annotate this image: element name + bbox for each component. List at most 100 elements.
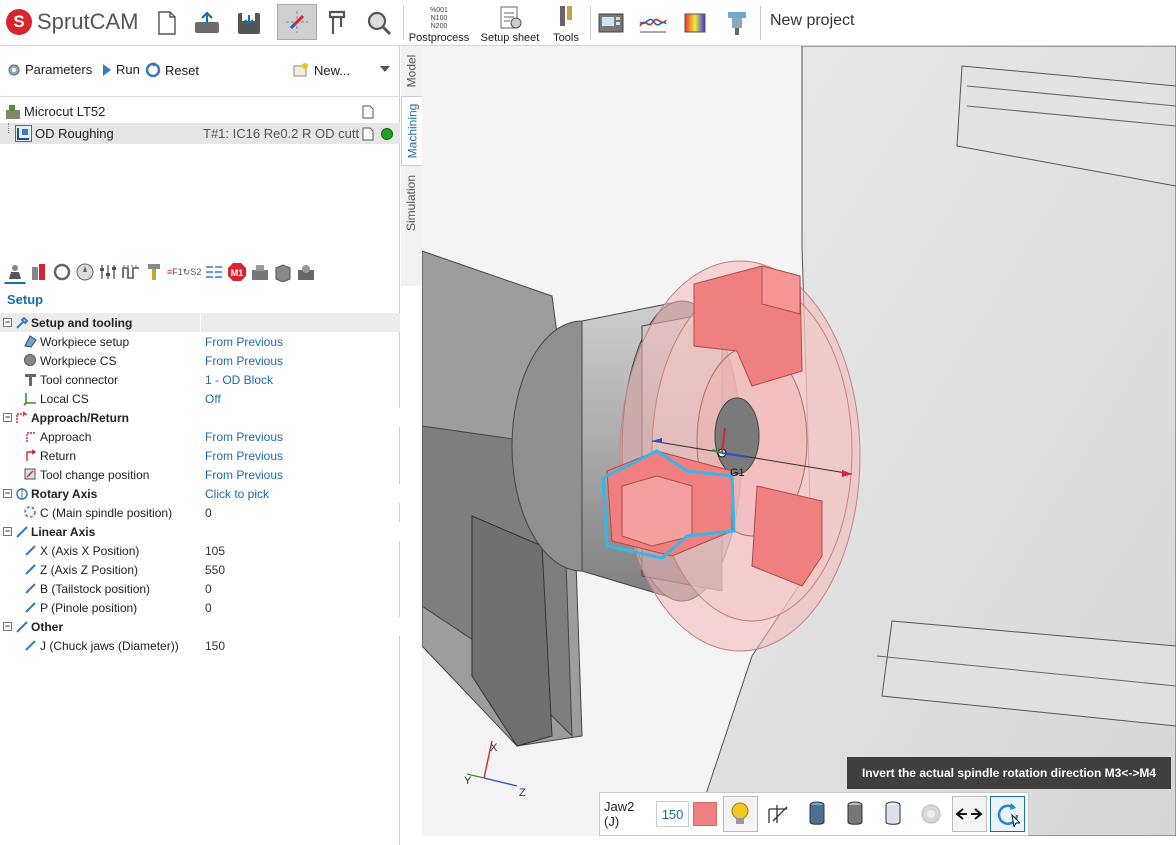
limits-page-tab[interactable] <box>98 262 118 282</box>
setup-page-tab[interactable] <box>4 260 26 284</box>
cnc-control-button[interactable] <box>594 6 628 40</box>
run-button[interactable]: Run <box>102 62 140 77</box>
prop-value[interactable]: From Previous <box>205 430 283 444</box>
collapse-icon[interactable]: − <box>3 622 12 631</box>
prop-value[interactable]: 1 - OD Block <box>205 373 273 387</box>
prop-approach[interactable]: Approach From Previous <box>0 427 400 446</box>
3d-viewport[interactable]: G1 X Y Z <box>422 46 1176 836</box>
group-approach-return[interactable]: − Approach/Return <box>0 408 400 427</box>
prop-value[interactable]: 105 <box>205 544 225 558</box>
prop-value[interactable]: Off <box>205 392 221 406</box>
prop-workpiece-setup[interactable]: Workpiece setup From Previous <box>0 332 400 351</box>
group-linear-axis[interactable]: − Linear Axis <box>0 522 400 541</box>
tool-change-icon <box>24 468 36 480</box>
prop-tool-change-position[interactable]: Tool change position From Previous <box>0 465 400 484</box>
tree-item-operation[interactable]: OD Roughing T#1: IC16 Re0.2 R OD cutt <box>0 123 400 144</box>
tab-model[interactable]: Model <box>401 48 422 94</box>
links-page-tab[interactable] <box>121 262 141 282</box>
jaw-shaded-button[interactable] <box>837 796 872 832</box>
inspect-button[interactable] <box>362 6 396 40</box>
prop-c-main-spindle[interactable]: C (Main spindle position) 0 <box>0 503 400 522</box>
invert-spindle-rotation-button[interactable] <box>989 796 1025 832</box>
feeds-page-tab[interactable]: ≡F1 ↻S2 <box>167 267 201 277</box>
collapse-icon[interactable]: − <box>3 318 12 327</box>
run-label: Run <box>116 62 140 77</box>
document-icon[interactable] <box>362 127 374 141</box>
prop-return[interactable]: Return From Previous <box>0 446 400 465</box>
prop-value[interactable]: Click to pick <box>205 487 269 501</box>
snap-toggle-button[interactable] <box>277 4 317 40</box>
jaw-transparent-button[interactable] <box>875 796 910 832</box>
tool-page-tab[interactable] <box>144 262 164 282</box>
jaw-diameter-field[interactable]: 150 <box>655 801 690 827</box>
prop-value[interactable]: From Previous <box>205 335 283 349</box>
prop-workpiece-cs[interactable]: Workpiece CS From Previous <box>0 351 400 370</box>
machine-page-tab[interactable] <box>296 262 316 282</box>
collapse-icon[interactable]: − <box>3 489 12 498</box>
prop-local-cs[interactable]: Local CS Off <box>0 389 400 408</box>
collapse-icon[interactable]: − <box>3 527 12 536</box>
highlight-button[interactable] <box>722 796 758 832</box>
open-button[interactable] <box>190 6 224 40</box>
m1-page-tab[interactable]: M1 <box>227 262 247 282</box>
prop-value[interactable]: 0 <box>205 582 212 596</box>
jaw-solid-button[interactable] <box>799 796 834 832</box>
tools-button[interactable]: Tools <box>550 4 582 44</box>
tree-item-machine[interactable]: Microcut LT52 <box>0 101 400 122</box>
color-view-button[interactable] <box>678 6 712 40</box>
fixture-page-tab[interactable] <box>250 262 270 282</box>
new-operation-dropdown[interactable] <box>380 66 390 72</box>
stock-icon <box>32 264 45 280</box>
section-button[interactable] <box>761 796 796 832</box>
collapse-icon[interactable]: − <box>3 413 12 422</box>
tab-machining[interactable]: Machining <box>401 96 422 166</box>
save-button[interactable] <box>232 6 266 40</box>
group-other[interactable]: − Other <box>0 617 400 636</box>
column-divider <box>200 313 201 332</box>
machine-icon <box>5 104 21 120</box>
prop-value[interactable]: 0 <box>205 506 212 520</box>
stock-page-tab[interactable] <box>29 262 49 282</box>
document-icon[interactable] <box>362 105 374 119</box>
jaw-color-swatch[interactable] <box>693 802 717 826</box>
workpiece-page-tab[interactable] <box>273 262 293 282</box>
prop-value[interactable]: From Previous <box>205 354 283 368</box>
setup-sheet-button[interactable]: Setup sheet <box>478 4 542 44</box>
parameters-button[interactable]: Parameters <box>7 62 92 77</box>
save-icon <box>238 13 260 34</box>
cnc-panel-icon <box>598 13 624 33</box>
tool-icon <box>148 264 160 280</box>
compass-page-tab[interactable] <box>75 262 95 282</box>
prop-value[interactable]: 0 <box>205 601 212 615</box>
group-setup-and-tooling[interactable]: − Setup and tooling <box>0 313 400 332</box>
new-operation-icon <box>292 62 310 78</box>
prop-z-axis[interactable]: Z (Axis Z Position) 550 <box>0 560 400 579</box>
prop-x-axis[interactable]: X (Axis X Position) 105 <box>0 541 400 560</box>
postprocess-button[interactable]: %001 N100 N200 Postprocess <box>408 4 470 44</box>
axis-icon <box>25 583 36 594</box>
prop-b-tailstock[interactable]: B (Tailstock position) 0 <box>0 579 400 598</box>
prop-value[interactable]: From Previous <box>205 468 283 482</box>
workpiece-cs-icon <box>24 354 36 366</box>
graph-button[interactable] <box>636 6 670 40</box>
prop-value[interactable]: From Previous <box>205 449 283 463</box>
measure-button[interactable] <box>320 6 354 40</box>
prop-value[interactable]: 550 <box>205 563 225 577</box>
list-page-tab[interactable] <box>204 262 224 282</box>
flip-jaw-button[interactable] <box>951 796 987 832</box>
prop-tool-connector[interactable]: Tool connector 1 - OD Block <box>0 370 400 389</box>
prop-p-pinole[interactable]: P (Pinole position) 0 <box>0 598 400 617</box>
reset-button[interactable]: Reset <box>145 62 199 78</box>
local-cs-icon <box>23 393 36 406</box>
cycle-page-tab[interactable] <box>52 262 72 282</box>
jaw-hidden-button[interactable] <box>913 796 948 832</box>
new-operation-button[interactable]: New... <box>292 62 350 78</box>
tool-holder-button[interactable] <box>720 6 754 40</box>
reset-label: Reset <box>165 62 199 78</box>
tab-simulation[interactable]: Simulation <box>401 168 422 238</box>
group-rotary-axis[interactable]: − Rotary Axis Click to pick <box>0 484 400 503</box>
new-file-button[interactable] <box>150 6 184 40</box>
rotary-axis-icon <box>16 487 28 500</box>
prop-value[interactable]: 150 <box>205 639 225 653</box>
prop-j-chuck-jaws[interactable]: J (Chuck jaws (Diameter)) 150 <box>0 636 400 655</box>
